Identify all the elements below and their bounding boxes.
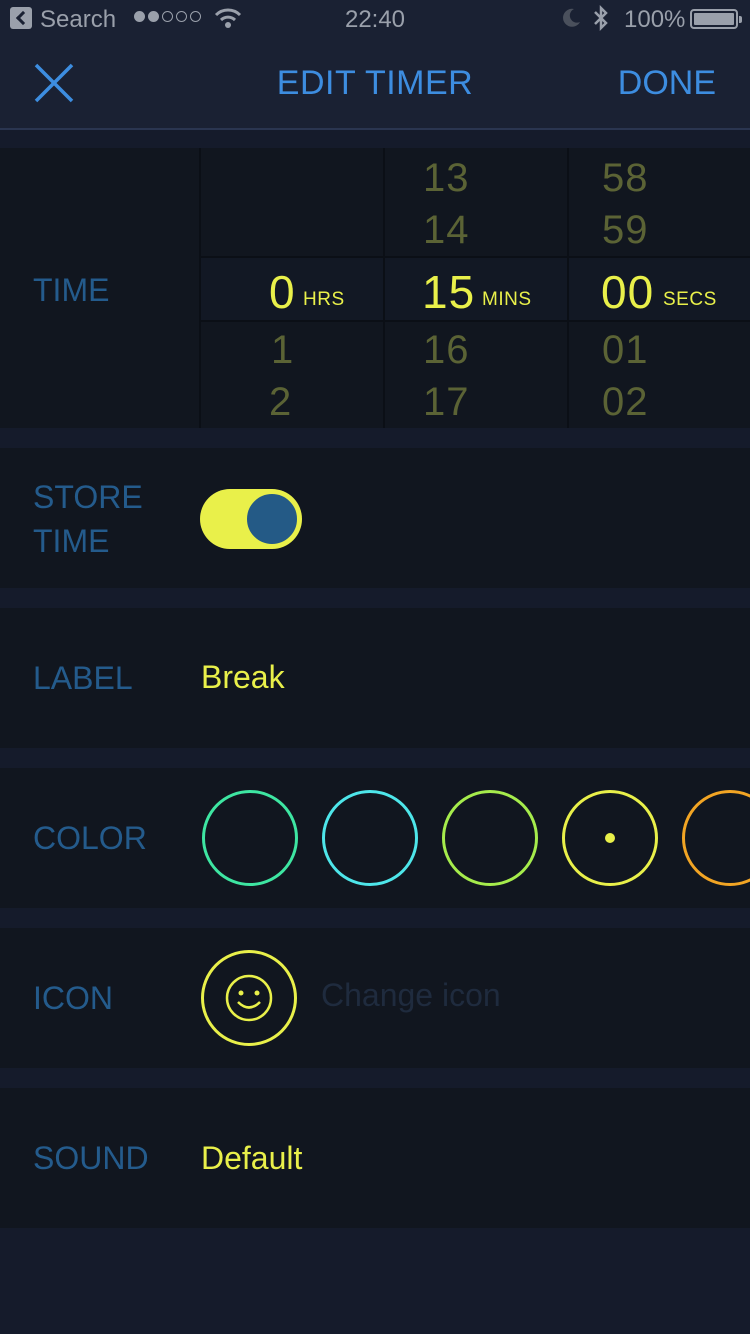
change-icon-link[interactable]: Change icon [321, 977, 501, 1014]
sound-value[interactable]: Default [201, 1136, 302, 1180]
seconds-prev: 59 [602, 208, 649, 252]
minutes-next-2: 17 [423, 380, 470, 424]
store-time-row: STORE TIME [0, 448, 750, 588]
status-bar: Search 22:40 100% [0, 0, 750, 40]
minutes-next: 16 [423, 328, 470, 372]
toggle-knob [245, 492, 299, 546]
minutes-selected: 15 [422, 266, 476, 318]
color-swatch[interactable] [562, 790, 658, 886]
store-time-toggle[interactable] [200, 489, 302, 549]
label-label: LABEL [33, 660, 133, 696]
seconds-next: 01 [602, 328, 649, 372]
hours-selected: 0 [269, 266, 296, 318]
store-time-label-line1: STORE [33, 479, 143, 515]
seconds-picker[interactable]: 58 59 00 SECS 01 02 [567, 148, 750, 428]
minutes-prev-2: 13 [423, 156, 470, 200]
navigation-bar: EDIT TIMER DONE [0, 40, 750, 130]
icon-label: ICON [33, 980, 113, 1016]
minutes-unit: MINS [482, 289, 532, 310]
label-row[interactable]: LABEL Break [0, 608, 750, 748]
color-swatch[interactable] [442, 790, 538, 886]
minutes-picker[interactable]: 13 14 15 MINS 16 17 [383, 148, 567, 428]
done-button[interactable]: DONE [618, 64, 716, 103]
store-time-label-line2: TIME [33, 523, 110, 559]
battery-icon [690, 9, 742, 29]
sound-row[interactable]: SOUND Default [0, 1088, 750, 1228]
battery-percentage: 100% [624, 6, 686, 33]
do-not-disturb-moon-icon [563, 8, 580, 27]
color-label: COLOR [33, 820, 147, 856]
selected-indicator-dot [605, 833, 615, 843]
hours-unit: HRS [303, 289, 345, 310]
time-row: TIME 0 HRS 1 2 13 14 15 MINS 16 17 58 59… [0, 148, 750, 428]
seconds-selected: 00 [601, 266, 655, 318]
hours-picker[interactable]: 0 HRS 1 2 [199, 148, 383, 428]
selected-icon-button[interactable] [201, 950, 297, 1046]
minutes-prev: 14 [423, 208, 470, 252]
color-swatch[interactable] [202, 790, 298, 886]
smiley-icon [225, 974, 273, 1022]
seconds-unit: SECS [663, 289, 717, 310]
seconds-prev-2: 58 [602, 156, 649, 200]
color-swatch[interactable] [322, 790, 418, 886]
seconds-next-2: 02 [602, 380, 649, 424]
hours-next: 1 [271, 328, 295, 372]
time-label: TIME [33, 272, 110, 308]
sound-label: SOUND [33, 1140, 149, 1176]
bluetooth-icon [594, 4, 608, 32]
hours-next-2: 2 [269, 380, 293, 424]
label-value[interactable]: Break [201, 655, 285, 699]
